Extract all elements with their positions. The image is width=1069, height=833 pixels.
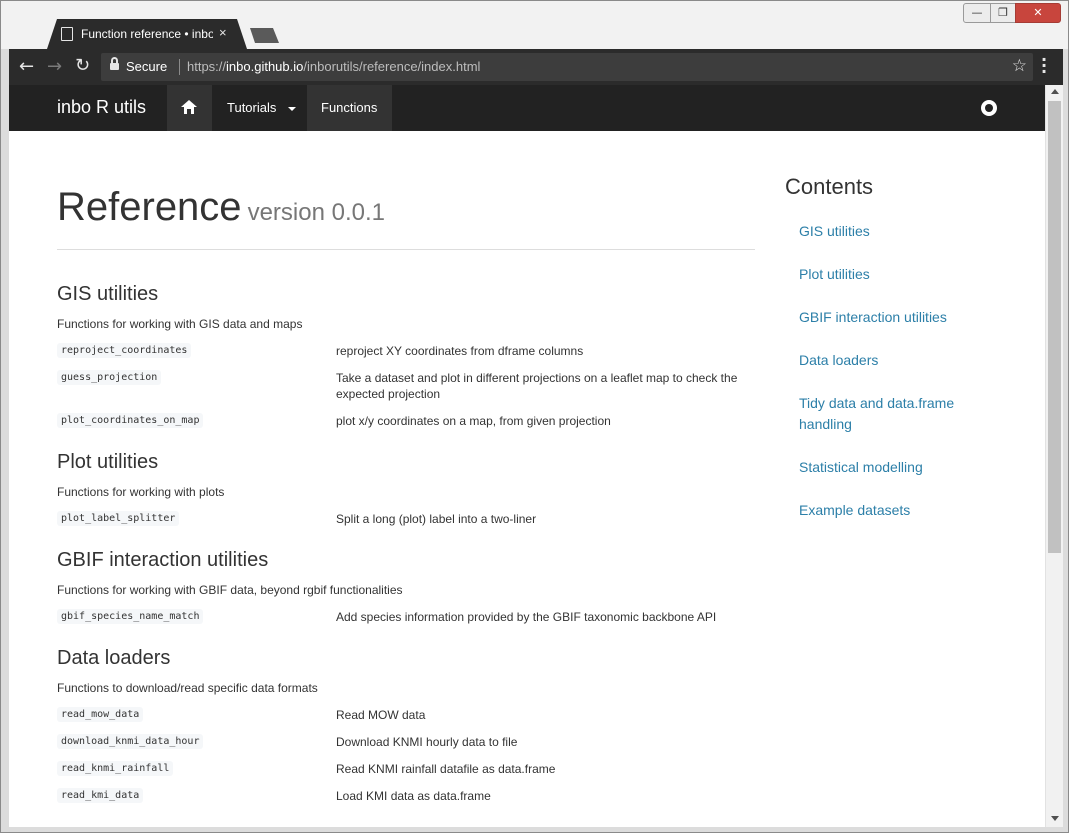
scroll-thumb[interactable] [1048,101,1061,553]
window-controls: — ❐ ✕ [963,3,1067,23]
function-link-gbif-species-name-match[interactable]: gbif_species_name_match [57,609,204,624]
version-label: version 0.0.1 [247,199,385,226]
toc-link-tidy-data[interactable]: Tidy data and data.frame handling [799,393,999,435]
github-icon[interactable] [981,100,997,116]
caret-down-icon [288,107,296,111]
function-desc: reproject XY coordinates from dframe col… [336,344,584,358]
section-desc-gbif: Functions for working with GBIF data, be… [57,583,403,597]
browser-toolbar: ← → ↻ Secure https://inbo.github.io/inbo… [9,49,1063,85]
function-link-plot-label-splitter[interactable]: plot_label_splitter [57,511,180,526]
section-heading-gbif: GBIF interaction utilities [57,549,269,571]
tab-strip: Function reference • inbo × — ❐ ✕ [1,1,1068,49]
toc-link-gbif-utilities[interactable]: GBIF interaction utilities [799,307,1019,328]
minimize-button[interactable]: — [963,3,991,23]
forward-icon[interactable]: → [47,56,62,77]
browser-window: Function reference • inbo × — ❐ ✕ ← → ↻ … [0,0,1069,833]
toc-link-plot-utilities[interactable]: Plot utilities [799,264,1019,285]
function-desc: Read MOW data [336,708,426,722]
function-link-read-knmi-rainfall[interactable]: read_knmi_rainfall [57,761,174,776]
function-desc: Download KNMI hourly data to file [336,735,518,749]
nav-home[interactable] [167,85,212,131]
toc-link-gis-utilities[interactable]: GIS utilities [799,221,1019,242]
star-icon[interactable]: ☆ [1012,56,1027,76]
page-title-text: Reference [57,185,242,229]
lock-icon [110,57,119,71]
nav-functions-label: Functions [321,100,378,115]
toc-link-statistical-modelling[interactable]: Statistical modelling [799,457,1019,478]
tab-page-icon [61,27,73,41]
function-desc: Take a dataset and plot in different pro… [336,371,738,401]
nav-functions[interactable]: Functions [307,85,392,131]
site-brand[interactable]: inbo R utils [57,97,146,118]
tab-close-icon[interactable]: × [219,25,227,40]
function-desc: Split a long (plot) label into a two-lin… [336,512,537,526]
nav-tutorials-label: Tutorials [227,100,277,115]
scroll-down-arrow-icon[interactable] [1051,816,1059,821]
tab-title[interactable]: Function reference • inbo [81,27,213,43]
function-link-download-knmi-data-hour[interactable]: download_knmi_data_hour [57,734,204,749]
section-heading-gis: GIS utilities [57,283,159,305]
nav-tutorials-dropdown[interactable]: Tutorials [213,85,307,131]
url-host: inbo.github.io [226,59,304,74]
back-icon[interactable]: ← [19,56,34,77]
title-divider [57,249,755,250]
function-desc: Load KMI data as data.frame [336,789,491,803]
function-link-guess-projection[interactable]: guess_projection [57,370,162,385]
page-title: Reference version 0.0.1 [57,185,385,230]
section-desc-gis: Functions for working with GIS data and … [57,317,303,331]
function-link-plot-coordinates-on-map[interactable]: plot_coordinates_on_map [57,413,204,428]
function-link-reproject-coordinates[interactable]: reproject_coordinates [57,343,192,358]
scroll-up-arrow-icon[interactable] [1051,89,1059,94]
section-heading-data-loaders: Data loaders [57,647,171,669]
page-scrollbar[interactable] [1045,85,1063,827]
home-icon [181,100,197,114]
menu-icon[interactable]: · · · [1039,52,1049,80]
address-divider [179,59,180,75]
toc-link-data-loaders[interactable]: Data loaders [799,350,1019,371]
url-scheme: https:// [187,59,227,74]
site-navbar: inbo R utils Tutorials Functions [9,85,1045,131]
url-text[interactable]: https://inbo.github.io/inborutils/refere… [187,59,480,74]
contents-heading: Contents [785,174,874,199]
function-link-read-mow-data[interactable]: read_mow_data [57,707,144,722]
maximize-button[interactable]: ❐ [990,3,1016,23]
section-desc-data-loaders: Functions to download/read specific data… [57,681,318,695]
close-window-button[interactable]: ✕ [1015,3,1061,23]
address-bar[interactable]: Secure https://inbo.github.io/inborutils… [101,53,1033,81]
page-viewport: inbo R utils Tutorials Functions Referen… [9,85,1045,827]
function-desc: Add species information provided by the … [336,610,717,624]
section-desc-plot: Functions for working with plots [57,485,225,499]
section-heading-plot: Plot utilities [57,451,159,473]
function-desc: plot x/y coordinates on a map, from give… [336,414,611,428]
reload-icon[interactable]: ↻ [75,55,90,76]
function-link-read-kmi-data[interactable]: read_kmi_data [57,788,144,803]
new-tab-button[interactable] [250,28,279,43]
url-path: /inborutils/reference/index.html [303,59,481,74]
function-desc: Read KNMI rainfall datafile as data.fram… [336,762,556,776]
secure-label: Secure [126,59,168,74]
toc-link-example-datasets[interactable]: Example datasets [799,500,1019,521]
